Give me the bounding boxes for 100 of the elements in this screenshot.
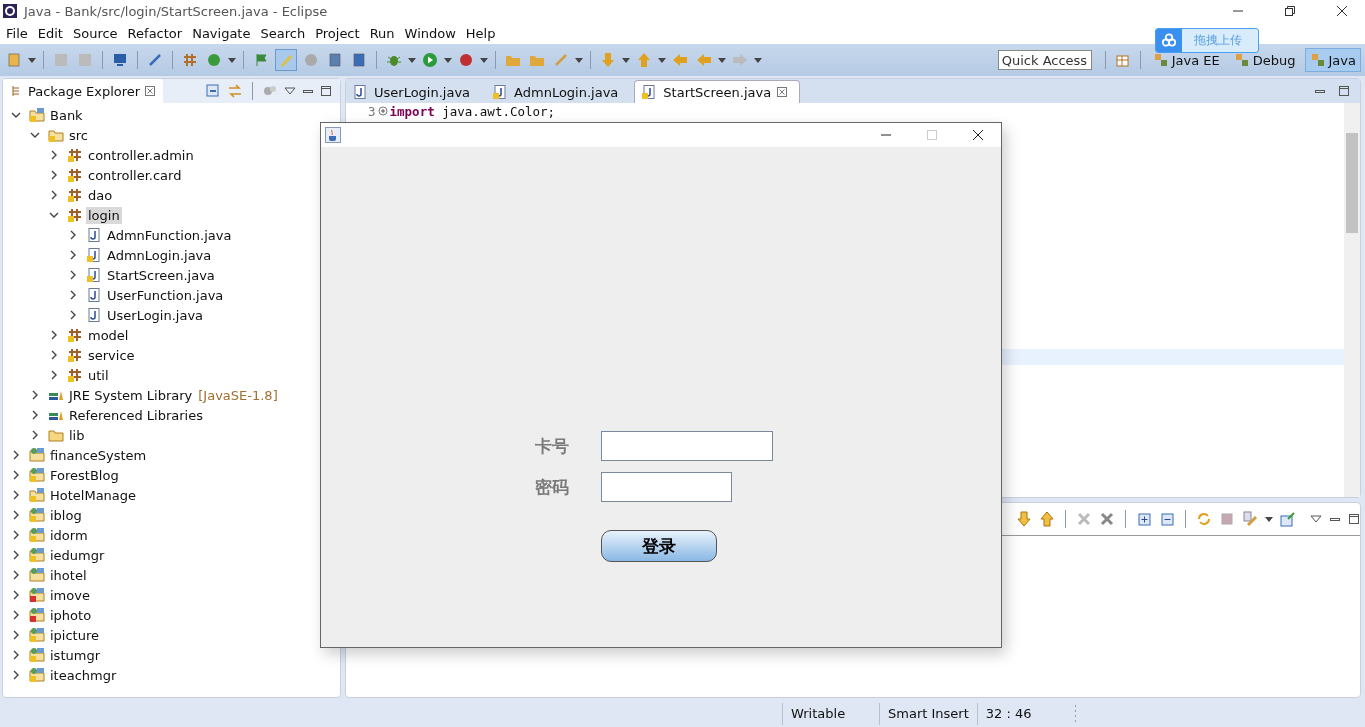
maximize-icon[interactable] [320, 85, 332, 97]
view-menu-icon[interactable] [1310, 513, 1322, 525]
run-icon[interactable] [422, 52, 438, 68]
tree-item[interactable]: login [86, 206, 122, 224]
menu-item[interactable]: Window [402, 25, 464, 41]
dropdown-caret-icon[interactable] [754, 57, 762, 63]
menu-item[interactable]: Run [367, 25, 403, 41]
arrow-down-icon[interactable] [1016, 511, 1032, 527]
field-label: 密码 [535, 475, 570, 499]
input-field[interactable] [601, 472, 732, 502]
status-field: Smart Insert [880, 706, 977, 721]
dropdown-caret-icon[interactable] [1265, 516, 1273, 522]
tree-item[interactable]: ipicture [48, 626, 102, 644]
tree-item[interactable]: Referenced Libraries [67, 406, 205, 424]
tree-item[interactable]: iblog [48, 506, 84, 524]
flag-icon[interactable] [253, 52, 269, 68]
tree-item[interactable]: JRE System Library [67, 386, 195, 404]
window-title: Java - Bank/src/login/StartScreen.java - Eclipse [24, 3, 328, 19]
tree-item[interactable]: iedumgr [48, 546, 107, 564]
status-field: 32 : 46 [977, 706, 1074, 721]
field-label: 卡号 [535, 434, 570, 458]
expand-all-icon[interactable] [1136, 511, 1152, 527]
menu-item[interactable]: Search [258, 25, 314, 41]
menu-item[interactable]: Refactor [125, 25, 191, 41]
perspective-icon [1233, 52, 1250, 68]
dropdown-caret-icon[interactable] [480, 57, 488, 63]
package-icon[interactable] [182, 52, 198, 68]
tree-item[interactable]: util [86, 366, 111, 384]
tree-item[interactable]: AdmnLogin.java [105, 246, 214, 264]
tree-item[interactable]: imove [48, 586, 92, 604]
restore-icon[interactable] [1284, 5, 1296, 17]
tree-item[interactable]: dao [86, 186, 115, 204]
tree-item[interactable]: idorm [48, 526, 90, 544]
perspective-button[interactable]: Java [1304, 48, 1361, 72]
tree-item[interactable]: StartScreen.java [105, 266, 217, 284]
scrollbar[interactable] [1344, 103, 1360, 497]
view-tab[interactable]: Package Explorer [3, 79, 164, 103]
arrow-up-icon[interactable] [1039, 511, 1055, 527]
tree-item[interactable]: service [86, 346, 137, 364]
collapse-all-icon[interactable] [205, 83, 221, 99]
maximize-icon [926, 129, 938, 141]
maximize-icon[interactable] [1348, 513, 1360, 525]
document-icon[interactable] [327, 52, 343, 68]
menu-item[interactable]: Source [70, 25, 126, 41]
maximize-icon[interactable] [1338, 85, 1350, 97]
tree-item[interactable]: UserFunction.java [105, 286, 226, 304]
highlighter-toggle[interactable] [275, 49, 297, 71]
tree-item[interactable]: Bank [48, 106, 85, 124]
tree-item[interactable]: AdmnFunction.java [105, 226, 234, 244]
tree-item[interactable]: UserLogin.java [105, 306, 206, 324]
dropdown-caret-icon[interactable] [575, 57, 583, 63]
status-field: Writable [783, 706, 879, 721]
editor-tab[interactable]: StartScreen.java [634, 80, 801, 103]
grip-icon [1073, 703, 1077, 724]
tree-item[interactable]: lib [67, 426, 87, 444]
open-perspective-icon[interactable] [1114, 52, 1131, 68]
tree-item[interactable]: HotelManage [48, 486, 139, 504]
collapse-all-icon[interactable] [1159, 511, 1175, 527]
tree-item[interactable]: ihotel [48, 566, 89, 584]
dropdown-caret-icon[interactable] [228, 57, 236, 63]
library-version: [JavaSE-1.8] [198, 387, 278, 403]
fold-icon[interactable] [377, 106, 388, 116]
menu-item[interactable]: File [4, 25, 36, 41]
dropdown-caret-icon[interactable] [444, 57, 452, 63]
tree-item[interactable]: model [86, 326, 131, 344]
menu-item[interactable]: Navigate [190, 25, 259, 41]
close-icon[interactable] [972, 129, 984, 141]
login-button[interactable]: 登录 [601, 530, 717, 562]
perspective-icon [1309, 52, 1326, 68]
tree-item[interactable]: controller.card [86, 166, 184, 184]
quick-access-field[interactable]: Quick Access [997, 50, 1092, 70]
dropdown-caret-icon[interactable] [408, 57, 416, 63]
code-line: import java.awt.Color; [389, 103, 556, 119]
menu-item[interactable]: Edit [35, 25, 71, 41]
tree-item[interactable]: financeSystem [48, 446, 149, 464]
menu-item[interactable]: Project [313, 25, 368, 41]
java-cup-icon [325, 127, 341, 143]
tree-item[interactable]: iphoto [48, 606, 94, 624]
document-icon[interactable] [351, 52, 367, 68]
line-number: 3 [368, 103, 376, 119]
menu-item[interactable]: Help [463, 25, 504, 41]
tree-item[interactable]: iteachmgr [48, 666, 119, 684]
view-menu-icon[interactable] [284, 85, 296, 97]
dropdown-caret-icon[interactable] [622, 57, 630, 63]
input-field[interactable] [601, 431, 773, 461]
remove-all-icon[interactable] [1099, 511, 1115, 527]
monitor-icon[interactable] [112, 52, 128, 68]
circle-icon[interactable] [458, 52, 474, 68]
tree-item[interactable]: ForestBlog [48, 466, 121, 484]
highlighter-icon [278, 52, 294, 68]
dropdown-caret-icon[interactable] [718, 57, 726, 63]
editor-tab[interactable]: UserLogin.java [346, 81, 483, 103]
tree-item[interactable]: controller.admin [86, 146, 196, 164]
editor-tab[interactable]: AdmnLogin.java [486, 81, 631, 103]
dropdown-caret-icon[interactable] [28, 57, 36, 63]
close-icon[interactable] [1336, 5, 1348, 17]
perspective-icon [1152, 52, 1169, 68]
tree-item[interactable]: istumgr [48, 646, 102, 664]
dropdown-caret-icon[interactable] [658, 57, 666, 63]
tree-item[interactable]: src [67, 126, 90, 144]
